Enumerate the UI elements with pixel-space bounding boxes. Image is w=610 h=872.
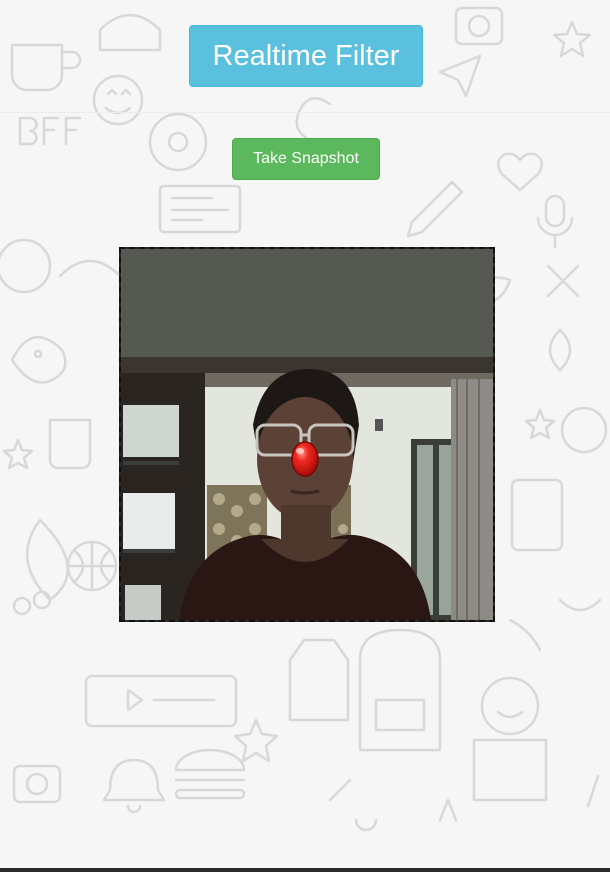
page-title: Realtime Filter: [189, 25, 423, 87]
take-snapshot-button[interactable]: Take Snapshot: [232, 138, 380, 180]
bottom-edge: [0, 868, 610, 872]
clown-nose-overlay: [291, 441, 319, 477]
webcam-video-feed: [119, 247, 495, 622]
